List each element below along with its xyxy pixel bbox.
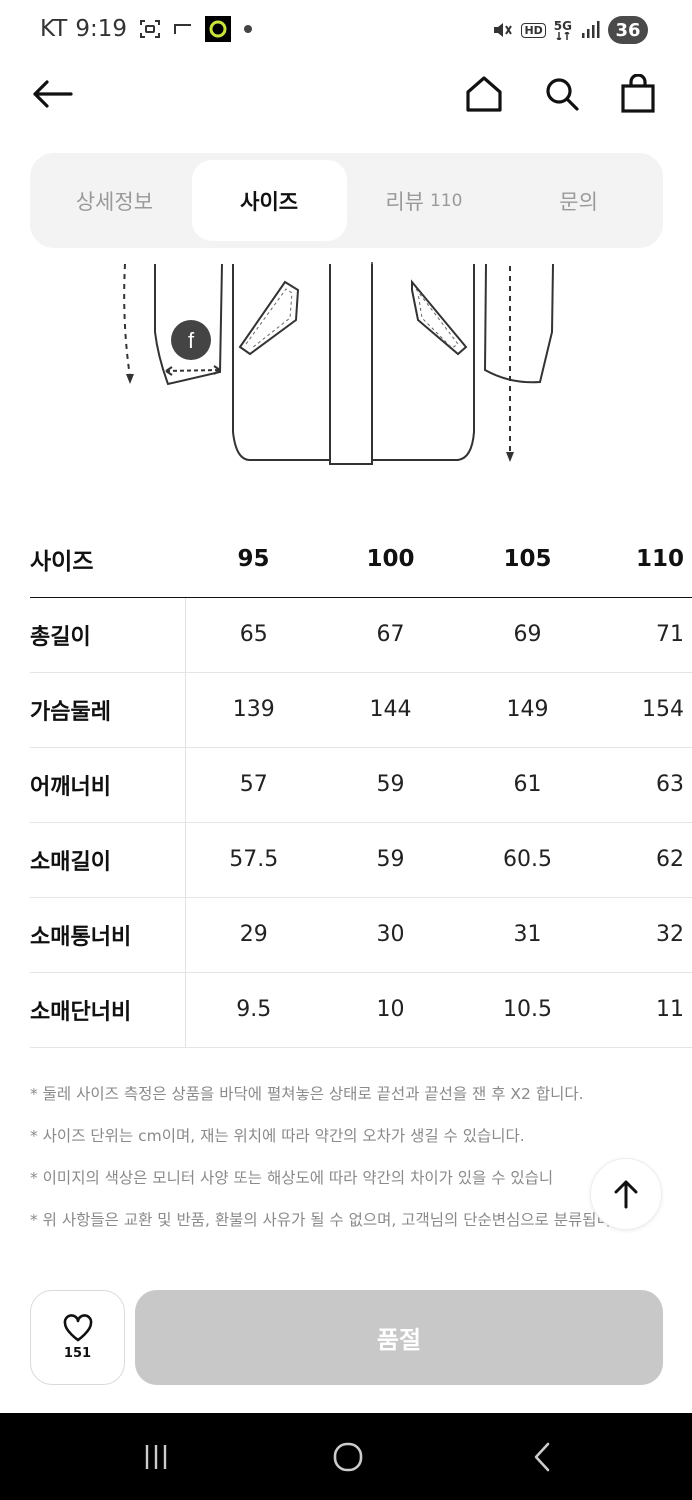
- size-column-header: 105: [459, 522, 596, 598]
- review-count: 110: [429, 190, 463, 211]
- hd-icon: HD: [521, 22, 546, 38]
- measure-value: 63: [596, 747, 692, 823]
- tab-label: 문의: [559, 189, 598, 214]
- arrow-left-icon: [33, 80, 73, 108]
- measure-value: 10.5: [459, 972, 596, 1048]
- cart-button[interactable]: [616, 72, 660, 116]
- table-row: 어깨너비 57 59 61 63: [30, 747, 692, 823]
- measure-value: 59: [322, 747, 459, 823]
- scroll-to-top-button[interactable]: [590, 1158, 662, 1230]
- measure-value: 9.5: [185, 972, 322, 1048]
- chevron-left-icon: [534, 1442, 550, 1472]
- measure-value: 11: [596, 972, 692, 1048]
- size-table: 사이즈 95 100 105 110 총길이 65 67 69 71 가슴둘레 …: [30, 522, 692, 1048]
- measure-value: 31: [459, 897, 596, 973]
- measure-value: 32: [596, 897, 692, 973]
- tab-detail[interactable]: 상세정보: [37, 160, 192, 241]
- measure-value: 139: [185, 672, 322, 748]
- tab-inquiry[interactable]: 문의: [501, 160, 656, 241]
- measure-value: 10: [322, 972, 459, 1048]
- back-system-button[interactable]: [520, 1437, 564, 1477]
- recent-apps-icon: [145, 1445, 167, 1469]
- search-button[interactable]: [540, 72, 584, 116]
- home-system-button[interactable]: [326, 1437, 370, 1477]
- measure-label: 소매길이: [30, 822, 186, 898]
- measure-label: 소매단너비: [30, 972, 186, 1048]
- size-header-label: 사이즈: [30, 522, 185, 598]
- measure-value: 29: [185, 897, 322, 973]
- measure-value: 69: [459, 597, 596, 673]
- top-navigation: [0, 62, 692, 132]
- screenshot-icon: [139, 18, 161, 40]
- measure-value: 61: [459, 747, 596, 823]
- size-guide-illustration: f: [123, 262, 554, 465]
- measure-value: 144: [322, 672, 459, 748]
- cast-icon: [173, 22, 193, 36]
- size-column-header: 110: [596, 522, 692, 598]
- measure-value: 59: [322, 822, 459, 898]
- arrow-up-icon: [614, 1180, 638, 1209]
- measure-value: 57.5: [185, 822, 322, 898]
- tab-label: 사이즈: [240, 189, 299, 214]
- measure-value: 30: [322, 897, 459, 973]
- table-row: 소매통너비 29 30 31 32: [30, 897, 692, 973]
- measure-label: 소매통너비: [30, 897, 186, 973]
- size-table-header: 사이즈 95 100 105 110: [30, 522, 692, 598]
- measure-label: 총길이: [30, 597, 186, 673]
- like-count: 151: [63, 1346, 92, 1361]
- table-row: 소매길이 57.5 59 60.5 62: [30, 822, 692, 898]
- sold-out-button[interactable]: 품절: [135, 1290, 663, 1385]
- network-label: 5G: [553, 19, 572, 33]
- note-item: * 둘레 사이즈 측정은 상품을 바닥에 펼쳐놓은 상태로 끝선과 끝선을 잰 …: [30, 1085, 584, 1103]
- tab-label: 리뷰: [385, 189, 424, 214]
- network-5g-icon: 5G: [554, 20, 572, 40]
- measure-label: 가슴둘레: [30, 672, 186, 748]
- battery-indicator: 36: [608, 16, 648, 44]
- measure-value: 149: [459, 672, 596, 748]
- product-tabs: 상세정보 사이즈 리뷰 110 문의: [30, 153, 663, 248]
- shopping-bag-icon: [621, 74, 655, 113]
- tab-size[interactable]: 사이즈: [191, 160, 347, 241]
- measure-value: 57: [185, 747, 322, 823]
- note-item: * 사이즈 단위는 cm이며, 재는 위치에 따라 약간의 오차가 생길 수 있…: [30, 1127, 525, 1145]
- measure-label: 어깨너비: [30, 747, 186, 823]
- table-row: 가슴둘레 139 144 149 154: [30, 672, 692, 748]
- home-circle-icon: [333, 1442, 363, 1472]
- measure-value: 154: [596, 672, 692, 748]
- tab-label: 상세정보: [75, 189, 154, 214]
- back-button[interactable]: [30, 72, 74, 116]
- measure-value: 60.5: [459, 822, 596, 898]
- measure-value: 71: [596, 597, 692, 673]
- note-item: * 이미지의 색상은 모니터 사양 또는 해상도에 따라 약간의 차이가 있을 …: [30, 1169, 554, 1187]
- measure-value: 67: [322, 597, 459, 673]
- heart-icon: [63, 1314, 92, 1342]
- mute-icon: [491, 19, 513, 41]
- measure-value: 62: [596, 822, 692, 898]
- measure-value: 65: [185, 597, 322, 673]
- size-column-header: 95: [185, 522, 322, 598]
- recent-apps-button[interactable]: [134, 1437, 178, 1477]
- home-icon: [466, 76, 502, 112]
- clock: 9:19: [75, 16, 128, 42]
- home-button[interactable]: [462, 72, 506, 116]
- app-notification-icon: [205, 16, 232, 42]
- dot-icon: [243, 24, 253, 34]
- tab-review[interactable]: 리뷰 110: [347, 160, 502, 241]
- illustration-marker-f: f: [188, 328, 195, 353]
- note-item: * 위 사항들은 교환 및 반품, 환불의 사유가 될 수 없으며, 고객님의 …: [30, 1211, 630, 1229]
- status-bar: KT 9:19 HD 5G 36: [0, 0, 692, 62]
- search-icon: [546, 78, 579, 111]
- system-navigation-bar: [0, 1413, 692, 1500]
- signal-icon: [580, 20, 600, 40]
- size-column-header: 100: [322, 522, 459, 598]
- table-row: 소매단너비 9.5 10 10.5 11: [30, 972, 692, 1048]
- carrier-label: KT: [40, 16, 68, 42]
- size-notes: * 둘레 사이즈 측정은 상품을 바닥에 펼쳐놓은 상태로 끝선과 끝선을 잰 …: [30, 1083, 640, 1251]
- like-button[interactable]: 151: [30, 1290, 125, 1385]
- table-row: 총길이 65 67 69 71: [30, 597, 692, 673]
